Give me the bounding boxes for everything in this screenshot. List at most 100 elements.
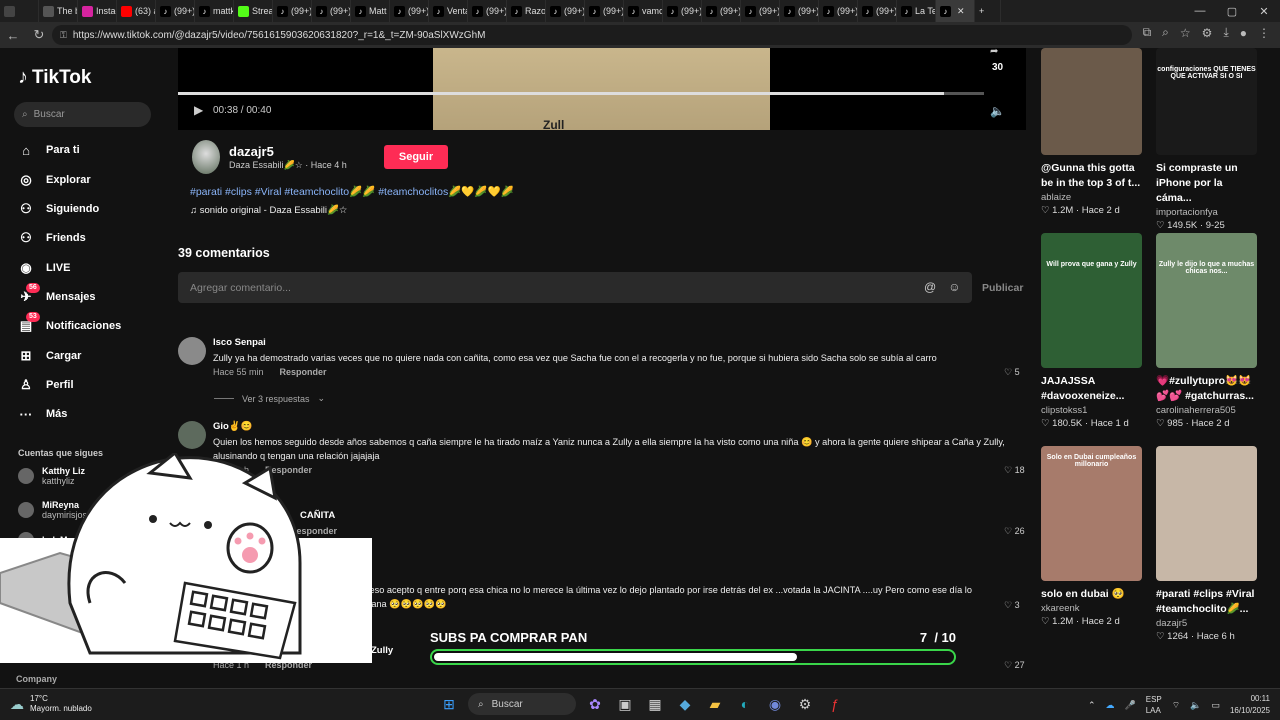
- mic-icon[interactable]: 🎤: [1125, 700, 1136, 711]
- video-title[interactable]: JAJAJSSA #davooxeneize...: [1041, 374, 1145, 404]
- browser-tab[interactable]: ♪ mattk: [195, 0, 234, 22]
- video-user[interactable]: dazajr5: [1156, 618, 1257, 629]
- company-link[interactable]: Company: [16, 674, 57, 684]
- file-explorer-icon[interactable]: ▰: [704, 693, 726, 715]
- settings-icon[interactable]: ⚙: [794, 693, 816, 715]
- battery-icon[interactable]: ▭: [1211, 700, 1220, 711]
- browser-tab[interactable]: [0, 0, 39, 22]
- video-thumbnail[interactable]: configuraciones QUE TIENES QUE ACTIVAR S…: [1156, 48, 1257, 155]
- open-in-app-icon[interactable]: ⧉: [1143, 25, 1152, 40]
- emoji-icon[interactable]: ☺: [948, 280, 960, 294]
- video-title[interactable]: Si compraste un iPhone por la cáma...: [1156, 161, 1260, 206]
- browser-tab[interactable]: The b: [39, 0, 78, 22]
- recommended-video-card[interactable]: @Gunna this gotta be in the top 3 of t..…: [1041, 48, 1142, 216]
- video-thumbnail[interactable]: Solo en Dubai cumpleaños millonario: [1041, 446, 1142, 581]
- browser-tab[interactable]: ♪La Tec: [897, 0, 936, 22]
- browser-tab[interactable]: (63) a: [117, 0, 156, 22]
- widgets-icon[interactable]: ✿: [584, 693, 606, 715]
- wifi-icon[interactable]: ⌔: [1172, 700, 1180, 711]
- comment-like-button[interactable]: ♡ 26: [1004, 526, 1025, 537]
- recommended-video-card[interactable]: Will prova que gana y Zully JAJAJSSA #dav…: [1041, 233, 1142, 429]
- view-replies-button[interactable]: Ver 3 respuestas ⌄: [214, 393, 325, 404]
- browser-tab[interactable]: ♪ Venta: [429, 0, 468, 22]
- browser-tab[interactable]: ♪Matt K: [351, 0, 390, 22]
- app-icon[interactable]: ƒ: [824, 693, 846, 715]
- avatar[interactable]: [178, 337, 206, 365]
- comment-like-button[interactable]: ♡ 27: [1004, 660, 1025, 671]
- speaker-icon[interactable]: 🔈: [1190, 700, 1201, 711]
- share-icon[interactable]: ➦: [990, 46, 998, 57]
- browser-tab[interactable]: ♪ (99+): [702, 0, 741, 22]
- url-field[interactable]: ⚿ https://www.tiktok.com/@dazajr5/video/…: [52, 25, 1132, 45]
- task-view-icon[interactable]: ▣: [614, 693, 636, 715]
- onedrive-icon[interactable]: ☁: [1106, 700, 1115, 711]
- chevron-up-icon[interactable]: ⌃: [1088, 700, 1096, 711]
- video-user[interactable]: xkareenk: [1041, 603, 1142, 614]
- discord-icon[interactable]: ◉: [764, 693, 786, 715]
- edge-icon[interactable]: ◐: [734, 693, 756, 715]
- comment-author[interactable]: Isco Senpai: [213, 337, 266, 348]
- video-user[interactable]: carolinaherrera505: [1156, 405, 1257, 416]
- reply-button[interactable]: Responder: [280, 367, 327, 377]
- taskbar-search[interactable]: ⌕ Buscar: [468, 693, 576, 715]
- recommended-video-card[interactable]: configuraciones QUE TIENES QUE ACTIVAR S…: [1156, 48, 1257, 231]
- language-indicator[interactable]: ESP LAA: [1146, 694, 1162, 716]
- sidebar-item-siguiendo[interactable]: ⚇ Siguiendo: [18, 201, 99, 217]
- browser-tab[interactable]: ♪ (99+): [741, 0, 780, 22]
- browser-tab[interactable]: ♪ (99+): [585, 0, 624, 22]
- recommended-video-card[interactable]: Solo en Dubai cumpleaños millonario solo …: [1041, 446, 1142, 627]
- video-title[interactable]: #parati #clips #Viral #teamchoclito🌽...: [1156, 587, 1260, 617]
- browser-tab[interactable]: Strean: [234, 0, 273, 22]
- browser-tab[interactable]: ♪ (99+): [273, 0, 312, 22]
- browser-tab[interactable]: ♪ (99+): [390, 0, 429, 22]
- sidebar-item-ms[interactable]: ··· Más: [18, 406, 68, 422]
- video-hashtags[interactable]: #parati #clips #Viral #teamchoclito🌽🌽 #t…: [190, 185, 514, 198]
- browser-tab[interactable]: ♪ (99+): [780, 0, 819, 22]
- maximize-icon[interactable]: ▢: [1216, 5, 1248, 18]
- video-title[interactable]: solo en dubai 🥺: [1041, 587, 1145, 602]
- sidebar-item-explorar[interactable]: ◎ Explorar: [18, 172, 90, 188]
- comment-author[interactable]: Zully: [371, 645, 393, 656]
- browser-tab[interactable]: ♪ (99+): [819, 0, 858, 22]
- taskbar-clock[interactable]: 00:11 16/10/2025: [1230, 693, 1270, 717]
- browser-menu-icon[interactable]: ⋮: [1258, 26, 1270, 40]
- publish-button[interactable]: Publicar: [982, 282, 1023, 294]
- sidebar-item-notificaciones[interactable]: ▤ 53 Notificaciones: [18, 312, 121, 334]
- video-title[interactable]: 💗#zullytupro😻😻💕💕 #gatchurras...: [1156, 374, 1260, 404]
- video-player[interactable]: Zull ▶ 00:38 / 00:40 🔈: [178, 48, 1026, 130]
- mention-icon[interactable]: @: [924, 280, 936, 294]
- sidebar-item-parati[interactable]: ⌂ Para ti: [18, 142, 80, 158]
- video-thumbnail[interactable]: [1041, 48, 1142, 155]
- copilot-icon[interactable]: ◆: [674, 693, 696, 715]
- browser-tab[interactable]: ♪ ✕: [936, 0, 975, 22]
- video-thumbnail[interactable]: Zully le dijo lo que a muchas chicas nos…: [1156, 233, 1257, 368]
- tab-close-icon[interactable]: ✕: [957, 6, 965, 17]
- comment-like-button[interactable]: ♡ 3: [1004, 600, 1020, 611]
- reload-icon[interactable]: ↻: [26, 27, 52, 43]
- video-user[interactable]: ablaize: [1041, 192, 1142, 203]
- downloads-icon[interactable]: ⤓: [1223, 25, 1228, 40]
- comment-like-button[interactable]: ♡ 18: [1004, 465, 1025, 476]
- extensions-icon[interactable]: ⚙: [1202, 26, 1213, 40]
- play-icon[interactable]: ▶: [194, 103, 203, 117]
- close-icon[interactable]: ✕: [1248, 5, 1280, 18]
- author-name[interactable]: dazajr5: [229, 144, 274, 159]
- volume-icon[interactable]: 🔈: [990, 104, 1005, 118]
- video-progress-bar[interactable]: [178, 92, 984, 95]
- browser-tab[interactable]: ♪ (99+): [546, 0, 585, 22]
- sidebar-item-perfil[interactable]: ♙ Perfil: [18, 377, 73, 393]
- browser-tab[interactable]: Instag: [78, 0, 117, 22]
- comment-input[interactable]: Agregar comentario...: [178, 272, 972, 303]
- browser-tab[interactable]: ♪ (99+): [156, 0, 195, 22]
- browser-tab[interactable]: ♪vamos: [624, 0, 663, 22]
- weather-widget[interactable]: ☁ 17°C Mayorm. nublado: [10, 694, 92, 714]
- new-tab-button[interactable]: +: [975, 0, 1001, 22]
- store-icon[interactable]: ▦: [644, 693, 666, 715]
- comment-like-button[interactable]: ♡ 5: [1004, 367, 1020, 378]
- tiktok-logo[interactable]: ♪ TikTok: [18, 66, 91, 89]
- sidebar-item-mensajes[interactable]: ✈ 56 Mensajes: [18, 283, 96, 305]
- author-avatar[interactable]: [192, 140, 220, 174]
- comment-author[interactable]: Gio✌️😊: [213, 421, 253, 432]
- search-input[interactable]: ⌕ Buscar: [14, 102, 151, 127]
- video-thumbnail[interactable]: [1156, 446, 1257, 581]
